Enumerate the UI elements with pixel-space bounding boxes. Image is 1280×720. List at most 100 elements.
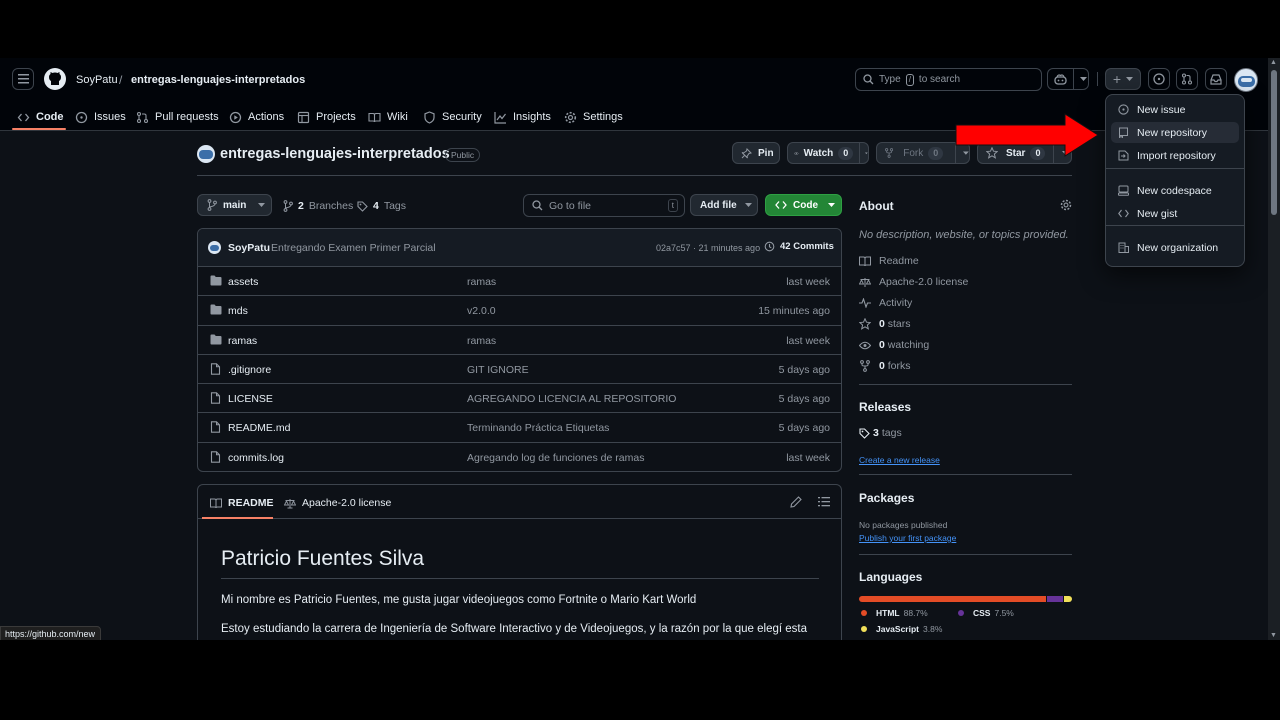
copilot-button[interactable] — [1047, 68, 1089, 90]
watching-link[interactable]: 0 watching — [859, 339, 929, 351]
commit-author-avatar[interactable] — [208, 241, 221, 254]
file-commit-time: last week — [786, 451, 830, 464]
packages-heading[interactable]: Packages — [859, 491, 914, 505]
commit-author[interactable]: SoyPatu — [228, 242, 270, 254]
repo-title[interactable]: entregas-lenguajes-interpretados — [220, 146, 450, 162]
create-release-link[interactable]: Create a new release — [859, 455, 940, 465]
commit-message[interactable]: Entregando Examen Primer Parcial — [271, 242, 436, 254]
tab-actions[interactable]: Actions — [229, 106, 284, 128]
watch-button[interactable]: Watch 0 — [787, 142, 869, 164]
file-name[interactable]: ramas — [228, 335, 257, 347]
tab-issues[interactable]: Issues — [75, 106, 126, 128]
file-commit-message[interactable]: AGREGANDO LICENCIA AL REPOSITORIO — [467, 393, 676, 405]
releases-heading[interactable]: Releases — [859, 400, 911, 414]
tab-license[interactable]: Apache-2.0 license — [284, 497, 391, 509]
menu-item-new-gist[interactable]: New gist — [1111, 203, 1239, 224]
menu-item-import-repository[interactable]: Import repository — [1111, 145, 1239, 166]
page-scrollbar[interactable]: ▲ ▼ — [1268, 58, 1280, 640]
file-commit-message[interactable]: ramas — [467, 335, 496, 347]
pull-requests-nav-button[interactable] — [1176, 68, 1198, 90]
license-link[interactable]: Apache-2.0 license — [859, 276, 968, 288]
readme-link-label: Readme — [879, 255, 919, 267]
create-new-button[interactable]: + — [1105, 68, 1141, 90]
language-segment-html[interactable] — [859, 596, 1047, 602]
publish-package-link[interactable]: Publish your first package — [859, 533, 956, 543]
menu-item-new-codespace[interactable]: New codespace — [1111, 180, 1239, 201]
issues-nav-button[interactable] — [1148, 68, 1170, 90]
file-commit-message[interactable]: v2.0.0 — [467, 305, 496, 317]
file-row[interactable]: ramas ramas last week — [198, 326, 841, 355]
commits-link[interactable]: 42 Commits — [764, 241, 834, 252]
language-legend-item[interactable]: HTML 88.7% — [859, 608, 928, 618]
tab-settings[interactable]: Settings — [564, 106, 623, 128]
code-button[interactable]: Code — [765, 194, 842, 216]
branches-link[interactable]: 2 Branches — [283, 200, 353, 212]
tab-label: Settings — [583, 111, 623, 123]
folder-icon — [210, 334, 222, 345]
add-file-button[interactable]: Add file — [690, 194, 758, 216]
scroll-up-icon[interactable]: ▲ — [1270, 59, 1277, 66]
readme-link[interactable]: Readme — [859, 255, 919, 267]
file-row[interactable]: .gitignore GIT IGNORE 5 days ago — [198, 355, 841, 385]
scrollbar-thumb[interactable] — [1271, 70, 1277, 215]
branch-name: main — [223, 199, 247, 211]
file-commit-message[interactable]: Terminando Práctica Etiquetas — [467, 422, 609, 434]
language-legend-item[interactable]: JavaScript 3.8% — [859, 624, 942, 634]
shield-icon — [424, 110, 435, 124]
menu-item-new-issue[interactable]: New issue — [1111, 99, 1239, 120]
fork-icon — [885, 148, 894, 158]
tab-pull-requests[interactable]: Pull requests — [136, 106, 219, 128]
file-row[interactable]: commits.log Agregando log de funciones d… — [198, 443, 841, 471]
file-name[interactable]: mds — [228, 305, 248, 317]
hamburger-menu-button[interactable] — [12, 68, 34, 90]
file-row[interactable]: LICENSE AGREGANDO LICENCIA AL REPOSITORI… — [198, 384, 841, 414]
file-name[interactable]: commits.log — [228, 452, 284, 464]
file-row[interactable]: assets ramas last week — [198, 267, 841, 297]
file-commit-message[interactable]: Agregando log de funciones de ramas — [467, 452, 644, 464]
owner-link[interactable]: SoyPatu — [76, 74, 118, 86]
tab-insights[interactable]: Insights — [494, 106, 551, 128]
repo-link[interactable]: entregas-lenguajes-interpretados — [131, 74, 305, 86]
language-percent: 3.8% — [923, 624, 943, 634]
pin-button[interactable]: Pin — [732, 142, 780, 164]
scroll-down-icon[interactable]: ▼ — [1270, 632, 1277, 639]
edit-readme-button[interactable] — [790, 496, 802, 508]
tab-readme[interactable]: README — [210, 497, 274, 509]
github-logo-icon[interactable] — [44, 68, 66, 90]
file-name[interactable]: README.md — [228, 422, 290, 434]
file-row[interactable]: mds v2.0.0 15 minutes ago — [198, 296, 841, 326]
go-to-file-input[interactable]: Go to file t — [523, 194, 685, 217]
stars-link[interactable]: 0 stars — [859, 318, 911, 330]
activity-link[interactable]: Activity — [859, 297, 912, 309]
user-avatar[interactable] — [1234, 68, 1258, 92]
tags-link[interactable]: 4 Tags — [357, 200, 406, 212]
outline-button[interactable] — [818, 496, 830, 507]
menu-item-new-repository[interactable]: New repository — [1111, 122, 1239, 143]
file-commit-time: 5 days ago — [778, 363, 830, 376]
file-commit-message[interactable]: ramas — [467, 276, 496, 288]
file-name[interactable]: LICENSE — [228, 393, 273, 405]
packages-empty-text: No packages published — [859, 520, 948, 530]
menu-item-new-organization[interactable]: New organization — [1111, 237, 1239, 258]
file-row[interactable]: README.md Terminando Práctica Etiquetas … — [198, 413, 841, 443]
tab-projects[interactable]: Projects — [297, 106, 356, 128]
tab-code[interactable]: Code — [17, 106, 64, 128]
language-legend-item[interactable]: CSS 7.5% — [956, 608, 1014, 618]
file-commit-message[interactable]: GIT IGNORE — [467, 364, 529, 376]
branch-selector[interactable]: main — [197, 194, 272, 216]
language-segment-javascript[interactable] — [1063, 596, 1072, 602]
issue-icon — [1118, 104, 1129, 115]
search-input[interactable]: Type / to search — [855, 68, 1042, 91]
commit-hash-time[interactable]: 02a7c57 · 21 minutes ago — [656, 243, 760, 253]
inbox-button[interactable] — [1205, 68, 1227, 90]
forks-link[interactable]: 0 forks — [859, 360, 911, 372]
book-icon — [210, 498, 222, 508]
language-segment-css[interactable] — [1047, 596, 1063, 602]
file-name[interactable]: assets — [228, 276, 258, 288]
file-name[interactable]: .gitignore — [228, 364, 271, 376]
tab-security[interactable]: Security — [423, 106, 482, 128]
release-tags-link[interactable]: 3 tags — [859, 427, 902, 439]
about-settings-button[interactable] — [1060, 199, 1072, 211]
tab-wiki[interactable]: Wiki — [368, 106, 408, 128]
status-bar-url: https://github.com/new — [0, 626, 102, 640]
